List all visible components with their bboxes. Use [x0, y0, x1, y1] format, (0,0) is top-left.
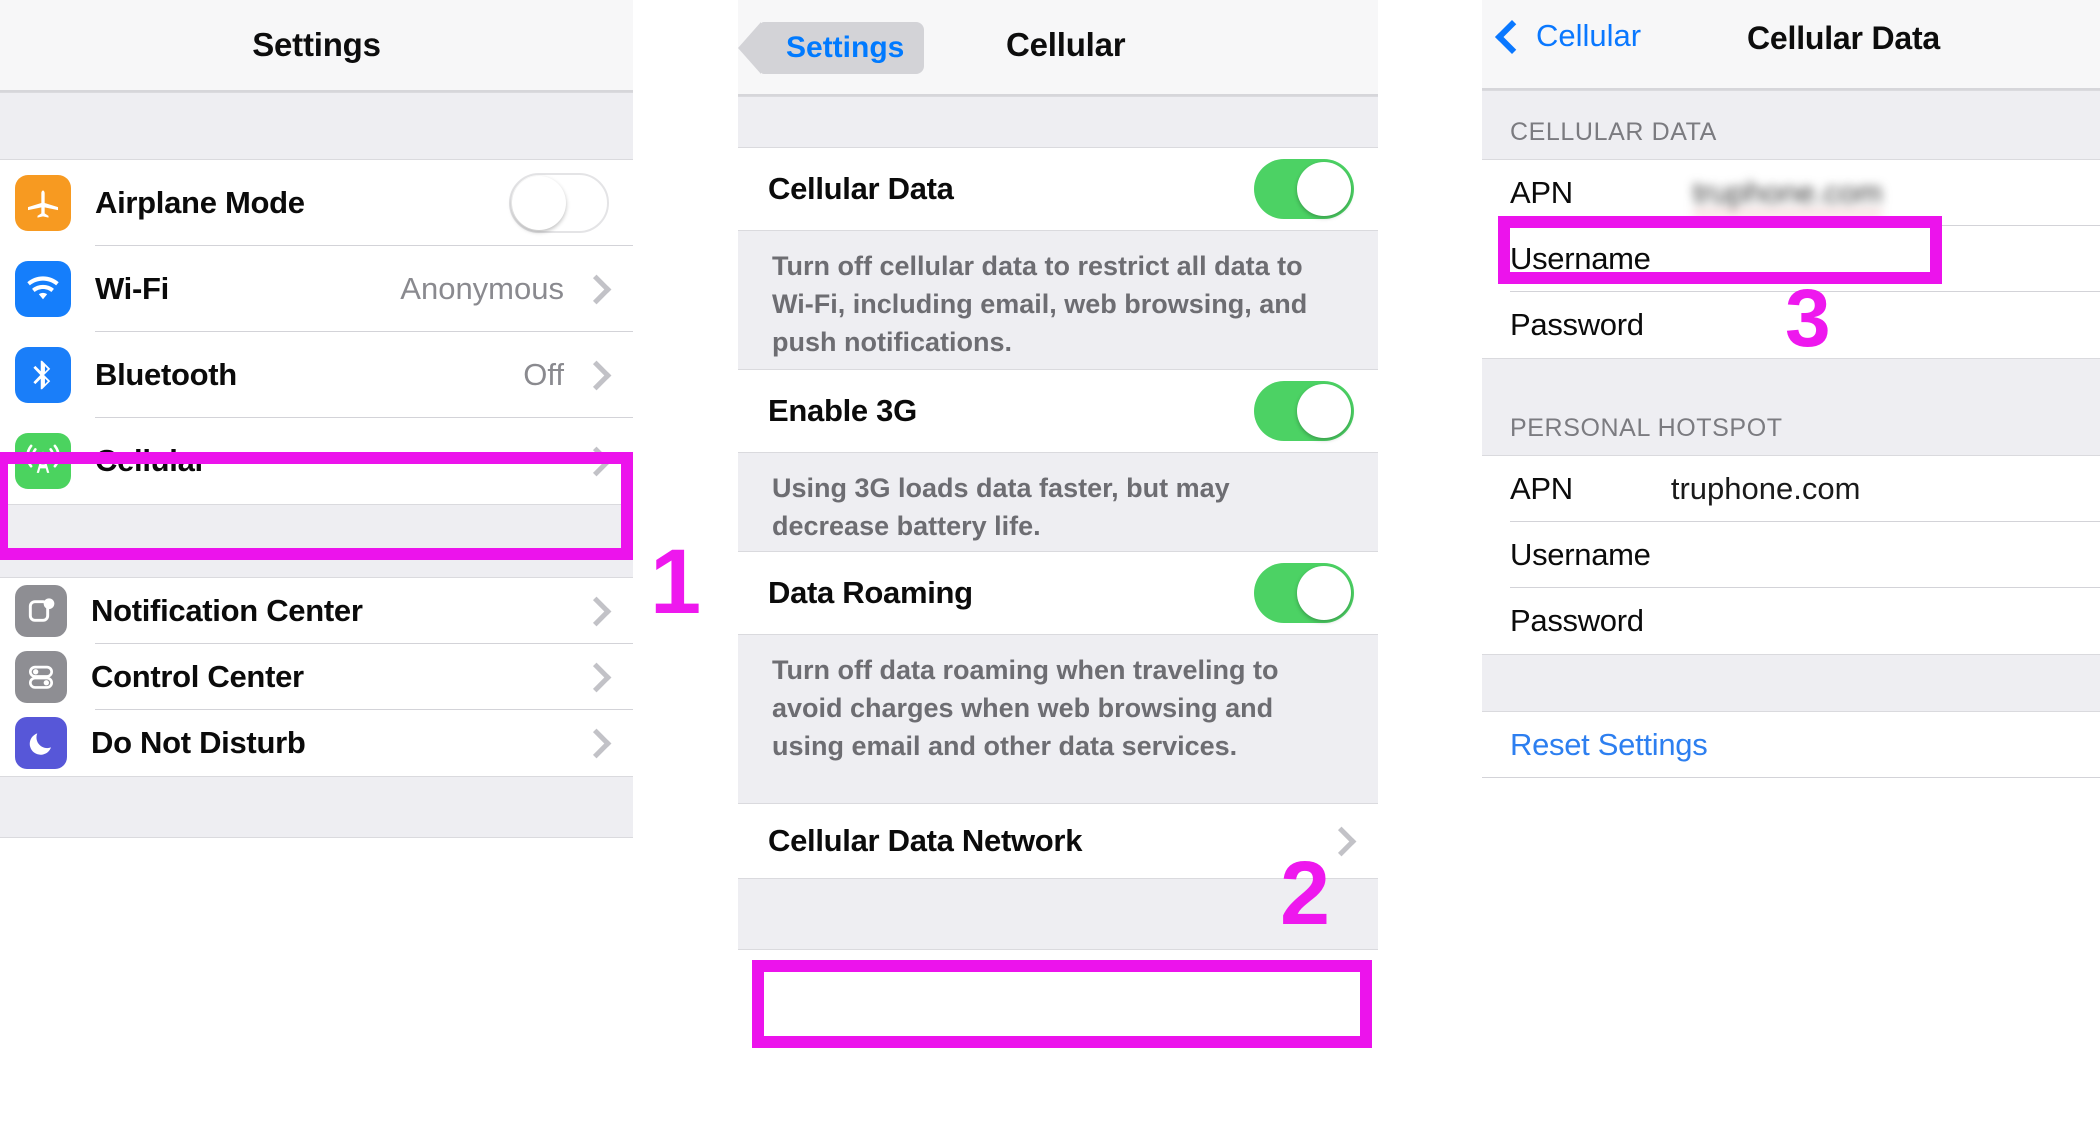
data-roaming-label: Data Roaming: [768, 575, 973, 610]
enable-3g-toggle[interactable]: [1254, 381, 1354, 441]
control-center-icon: [15, 651, 67, 703]
cellular-data-panel: Cellular Cellular Data CELLULAR DATA APN…: [1482, 0, 2100, 1140]
toggle-knob: [512, 176, 566, 230]
cd-password-label: Password: [1510, 307, 1644, 342]
step-marker-3: 3: [1785, 273, 1831, 364]
do-not-disturb-icon: [15, 717, 67, 769]
chevron-right-icon: [581, 274, 612, 304]
cd-apn-value-redacted[interactable]: truphone.com: [1692, 175, 1882, 215]
sidebar-item-airplane-mode[interactable]: Airplane Mode: [0, 160, 633, 246]
sidebar-item-control-center[interactable]: Control Center: [0, 644, 633, 710]
sidebar-item-do-not-disturb[interactable]: Do Not Disturb: [0, 710, 633, 776]
cellular-icon: [15, 433, 71, 489]
settings-navbar: Settings: [0, 0, 633, 92]
sidebar-item-cellular[interactable]: Cellular: [0, 418, 633, 504]
cellular-data-label: Cellular Data: [768, 171, 954, 206]
data-roaming-help-text: Turn off data roaming when traveling to …: [738, 634, 1378, 804]
chevron-right-icon: [581, 360, 612, 390]
ph-username-label: Username: [1510, 537, 1651, 572]
chevron-right-icon: [581, 446, 612, 476]
cd-apn-label: APN: [1510, 175, 1573, 210]
ph-apn-value: truphone.com: [1670, 471, 1861, 506]
cellular-navbar: Settings Cellular: [738, 0, 1378, 96]
sidebar-item-label: Control Center: [91, 659, 304, 694]
ph-apn-row[interactable]: APN truphone.com: [1482, 456, 2100, 522]
chevron-right-icon: [1326, 826, 1357, 856]
cd-apn-row[interactable]: APN truphone.com: [1482, 160, 2100, 226]
cellular-data-navbar: Cellular Cellular Data: [1482, 0, 2100, 90]
settings-group-connectivity: Airplane Mode Wi-Fi Anonymous Bluetooth …: [0, 160, 633, 504]
sidebar-item-label: Wi-Fi: [95, 271, 169, 306]
bluetooth-icon: [15, 347, 71, 403]
back-to-settings-button[interactable]: Settings: [738, 22, 925, 74]
chevron-left-icon: [1495, 19, 1529, 54]
settings-mid-gap: [0, 504, 633, 578]
reset-settings-row[interactable]: Reset Settings: [1482, 712, 2100, 778]
settings-top-gap: [0, 92, 633, 160]
ph-password-label: Password: [1510, 603, 1644, 638]
page-title: Cellular: [1006, 26, 1126, 63]
step-marker-2: 2: [1280, 844, 1331, 944]
step-marker-1: 1: [650, 531, 702, 633]
row-separator: [1482, 777, 2100, 778]
airplane-mode-toggle[interactable]: [509, 173, 609, 233]
settings-panel: Settings Airplane Mode Wi-Fi Anonymous B…: [0, 0, 633, 1140]
data-roaming-row[interactable]: Data Roaming: [738, 552, 1378, 634]
chevron-right-icon: [581, 596, 612, 626]
settings-group-system: Notification Center Control Center Do No…: [0, 578, 633, 776]
reset-settings-button[interactable]: Reset Settings: [1510, 727, 1708, 763]
toggle-knob: [1297, 162, 1351, 216]
cellular-panel: Settings Cellular Cellular Data Turn off…: [738, 0, 1378, 1140]
ph-apn-label: APN: [1510, 471, 1573, 506]
toggle-knob: [1297, 384, 1351, 438]
page-title: Cellular Data: [1747, 20, 1941, 56]
section-header-cellular-data: CELLULAR DATA: [1482, 90, 2100, 160]
sidebar-item-bluetooth[interactable]: Bluetooth Off: [0, 332, 633, 418]
sidebar-item-label: Do Not Disturb: [91, 725, 306, 760]
enable-3g-help-text: Using 3G loads data faster, but may decr…: [738, 452, 1378, 552]
cd-username-label: Username: [1510, 241, 1651, 276]
cellular-data-toggle[interactable]: [1254, 159, 1354, 219]
sidebar-item-label: Notification Center: [91, 593, 363, 628]
airplane-icon: [15, 175, 71, 231]
sidebar-item-wifi[interactable]: Wi-Fi Anonymous: [0, 246, 633, 332]
chevron-right-icon: [581, 662, 612, 692]
cellular-data-row[interactable]: Cellular Data: [738, 148, 1378, 230]
data-roaming-toggle[interactable]: [1254, 563, 1354, 623]
toggle-knob: [1297, 566, 1351, 620]
sidebar-item-notification-center[interactable]: Notification Center: [0, 578, 633, 644]
back-to-cellular-button[interactable]: Cellular: [1495, 18, 1642, 54]
enable-3g-label: Enable 3G: [768, 393, 917, 428]
cellular-top-gap: [738, 96, 1378, 148]
bluetooth-value: Off: [523, 357, 564, 392]
sidebar-item-label: Airplane Mode: [95, 185, 305, 220]
chevron-right-icon: [581, 728, 612, 758]
wifi-value: Anonymous: [400, 271, 564, 306]
sidebar-item-label: Cellular: [95, 443, 207, 478]
notification-center-icon: [15, 585, 67, 637]
back-button-label: Settings: [786, 31, 905, 64]
reset-top-gap: [1482, 654, 2100, 712]
cellular-data-help-text: Turn off cellular data to restrict all d…: [738, 230, 1378, 370]
page-title: Settings: [252, 26, 381, 63]
ph-username-row[interactable]: Username: [1482, 522, 2100, 588]
section-header-personal-hotspot: PERSONAL HOTSPOT: [1482, 358, 2100, 456]
sidebar-item-label: Bluetooth: [95, 357, 237, 392]
wifi-icon: [15, 261, 71, 317]
enable-3g-row[interactable]: Enable 3G: [738, 370, 1378, 452]
back-button-label: Cellular: [1536, 18, 1642, 53]
settings-bottom-gap: [0, 776, 633, 838]
ph-password-row[interactable]: Password: [1482, 588, 2100, 654]
cellular-data-network-label: Cellular Data Network: [768, 823, 1083, 858]
